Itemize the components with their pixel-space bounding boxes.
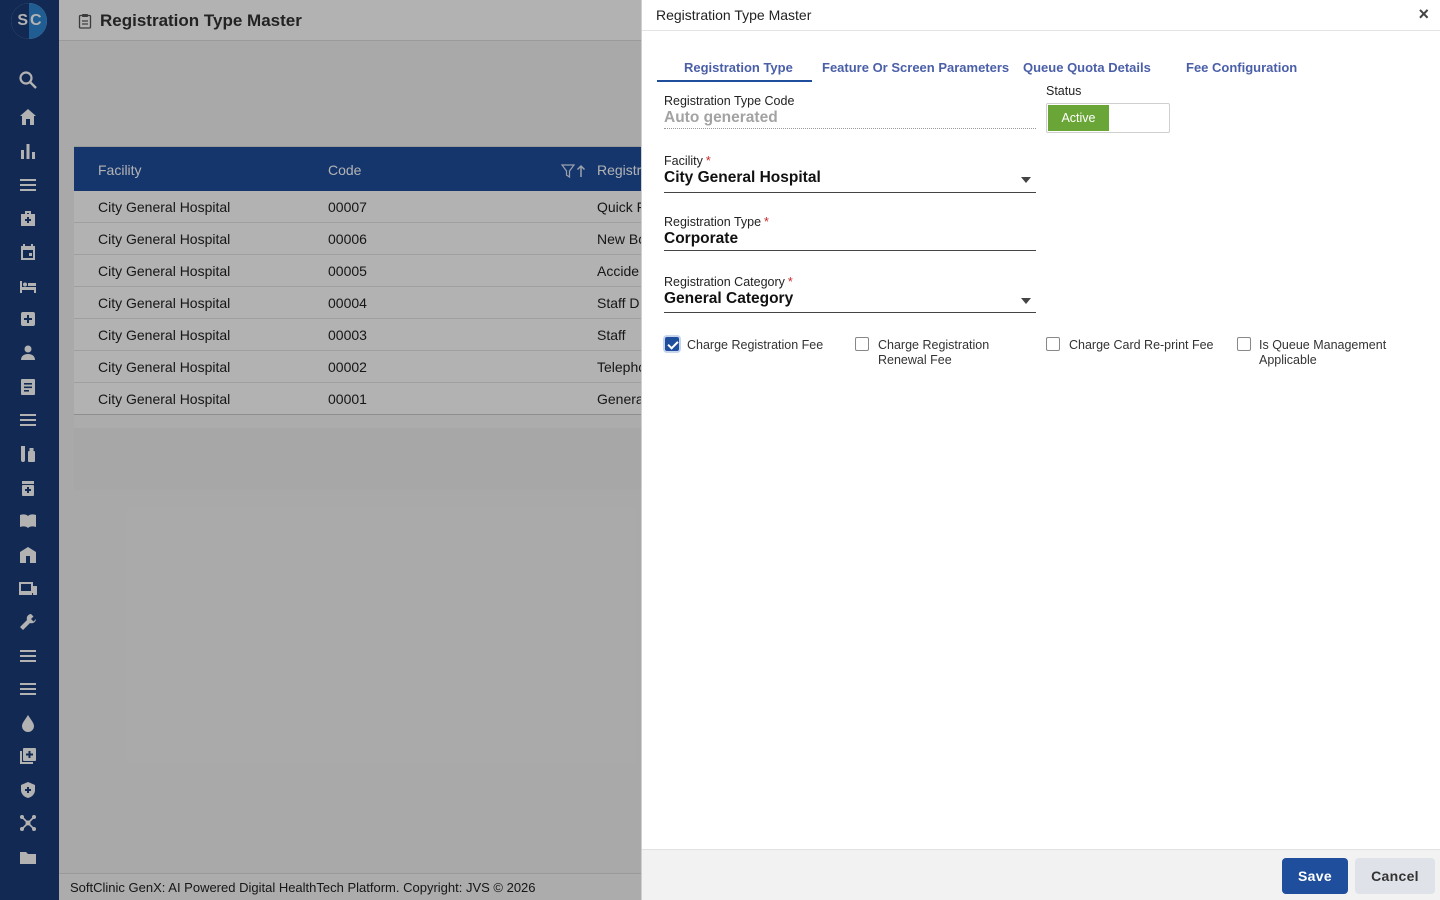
registration-type-label-text: Registration Type — [664, 215, 762, 229]
code-field: Auto generated — [664, 109, 778, 126]
chevron-down-icon[interactable] — [1021, 177, 1031, 183]
charge-card-reprint-fee-label[interactable]: Charge Card Re-print Fee — [1069, 338, 1214, 353]
charge-registration-renewal-fee-label-line2: Renewal Fee — [878, 353, 952, 367]
save-button[interactable]: Save — [1282, 858, 1348, 894]
registration-type-label: Registration Type * — [664, 215, 769, 229]
registration-category-label: Registration Category * — [664, 275, 793, 289]
registration-type-underline — [664, 250, 1036, 251]
required-mark: * — [764, 215, 769, 229]
dialog-footer: Save Cancel — [642, 849, 1440, 900]
close-icon[interactable]: × — [1418, 5, 1429, 23]
charge-registration-renewal-fee-label[interactable]: Charge Registration Renewal Fee — [878, 338, 989, 368]
charge-registration-fee-checkbox[interactable] — [665, 337, 679, 351]
dialog-title: Registration Type Master — [656, 7, 812, 23]
modal-overlay[interactable] — [0, 0, 641, 900]
facility-underline — [664, 192, 1036, 193]
tab-fee-configuration[interactable]: Fee Configuration — [1186, 60, 1297, 75]
status-label: Status — [1046, 84, 1082, 98]
chevron-down-icon[interactable] — [1021, 298, 1031, 304]
registration-type-dialog: Registration Type Master × Registration … — [641, 0, 1440, 900]
code-label: Registration Type Code — [664, 94, 795, 108]
registration-category-label-text: Registration Category — [664, 275, 785, 289]
charge-registration-renewal-fee-label-line1: Charge Registration — [878, 338, 990, 352]
facility-label: Facility * — [664, 154, 711, 168]
registration-category-underline — [664, 312, 1036, 313]
queue-management-applicable-label-line2: Applicable — [1259, 353, 1317, 367]
registration-type-input[interactable]: Corporate — [664, 230, 738, 248]
required-mark: * — [705, 154, 711, 168]
queue-management-applicable-label-line1: Is Queue Management — [1259, 338, 1387, 352]
facility-select[interactable]: City General Hospital — [664, 169, 821, 187]
registration-category-select[interactable]: General Category — [664, 290, 793, 308]
charge-card-reprint-fee-checkbox[interactable] — [1046, 337, 1060, 351]
required-mark: * — [787, 275, 793, 289]
facility-label-text: Facility — [664, 154, 703, 168]
charge-registration-fee-label[interactable]: Charge Registration Fee — [687, 338, 823, 353]
tab-feature-screen-parameters[interactable]: Feature Or Screen Parameters — [822, 60, 1009, 75]
cancel-button[interactable]: Cancel — [1355, 858, 1435, 894]
dialog-header: Registration Type Master × — [642, 0, 1440, 31]
status-active-option[interactable]: Active — [1048, 105, 1109, 131]
charge-card-reprint-fee-label-line1: Charge Card Re-print Fee — [1069, 338, 1214, 352]
status-toggle[interactable]: Active — [1046, 103, 1170, 133]
active-tab-indicator — [657, 80, 812, 82]
queue-management-applicable-label[interactable]: Is Queue Management Applicable — [1259, 338, 1386, 368]
charge-registration-fee-label-line1: Charge Registration Fee — [687, 338, 824, 352]
code-field-underline — [664, 128, 1036, 129]
tab-queue-quota-details[interactable]: Queue Quota Details — [1023, 60, 1151, 75]
queue-management-applicable-checkbox[interactable] — [1237, 337, 1251, 351]
charge-registration-renewal-fee-checkbox[interactable] — [855, 337, 869, 351]
tab-registration-type[interactable]: Registration Type — [684, 60, 793, 75]
